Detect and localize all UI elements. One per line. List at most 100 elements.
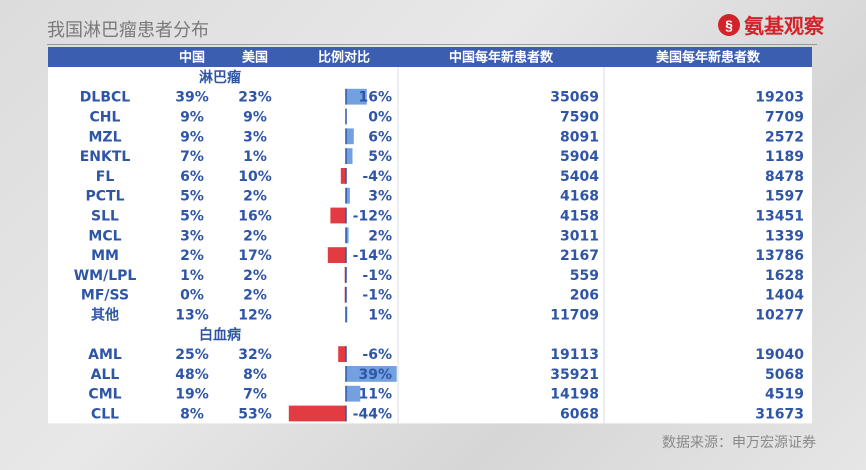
diff-label: -6% xyxy=(362,347,392,363)
usa-share: 7% xyxy=(243,387,267,403)
usa-share: 12% xyxy=(238,308,272,324)
china-share: 25% xyxy=(175,347,209,363)
row-label: MZL xyxy=(88,129,121,145)
usa-new-patients: 1597 xyxy=(765,189,804,205)
table-panel xyxy=(48,47,812,424)
china-share: 13% xyxy=(175,308,209,324)
group-label: 淋巴瘤 xyxy=(199,69,241,86)
usa-share: 8% xyxy=(243,367,267,383)
diff-label: 6% xyxy=(368,129,392,145)
diff-bar-positive xyxy=(346,148,353,164)
china-share: 9% xyxy=(180,129,204,145)
usa-new-patients: 2572 xyxy=(765,129,804,145)
diff-bar-negative xyxy=(288,405,346,422)
china-new-patients: 4168 xyxy=(560,189,599,205)
diff-bar-positive xyxy=(346,128,354,145)
china-new-patients: 14198 xyxy=(550,387,599,403)
usa-new-patients: 13786 xyxy=(755,248,804,264)
row-label: 其他 xyxy=(91,307,119,324)
diff-label: -1% xyxy=(362,288,392,304)
usa-share: 17% xyxy=(238,248,272,264)
usa-share: 16% xyxy=(238,209,272,225)
china-share: 6% xyxy=(180,169,204,185)
china-share: 1% xyxy=(180,268,204,284)
usa-share: 9% xyxy=(243,110,267,126)
diff-label: 3% xyxy=(368,189,392,205)
row-label: ENKTL xyxy=(80,149,131,165)
usa-new-patients: 1628 xyxy=(765,268,804,284)
china-new-patients: 8091 xyxy=(560,129,599,145)
china-new-patients: 559 xyxy=(570,268,599,284)
usa-new-patients: 4519 xyxy=(765,387,804,403)
china-new-patients: 19113 xyxy=(550,347,599,363)
china-share: 8% xyxy=(180,407,204,423)
column-header: 美国每年新患者数 xyxy=(656,50,761,66)
diff-label: 16% xyxy=(358,90,392,106)
usa-share: 2% xyxy=(243,189,267,205)
usa-share: 2% xyxy=(243,268,267,284)
column-header: 美国 xyxy=(242,50,268,66)
diff-bar-negative xyxy=(327,247,346,263)
usa-new-patients: 1339 xyxy=(765,228,804,244)
china-share: 39% xyxy=(175,90,209,106)
distribution-table: 中国 美国 比例对比 中国每年新患者数 美国每年新患者数淋巴瘤 DLBCL 39% 23% 16… xyxy=(48,47,812,424)
row-label: MM xyxy=(91,248,119,264)
diff-label: -1% xyxy=(362,268,392,284)
usa-share: 3% xyxy=(243,129,267,145)
row-label: MF/SS xyxy=(81,288,129,304)
row-label: CHL xyxy=(90,110,121,126)
usa-new-patients: 10277 xyxy=(755,308,804,324)
china-new-patients: 206 xyxy=(570,288,599,304)
usa-share: 2% xyxy=(243,228,267,244)
china-share: 19% xyxy=(175,387,209,403)
usa-new-patients: 8478 xyxy=(765,169,804,185)
diff-bar-negative xyxy=(330,207,346,224)
usa-share: 1% xyxy=(243,149,267,165)
diff-bar-negative xyxy=(338,346,346,362)
group-label: 白血病 xyxy=(199,326,241,343)
usa-new-patients: 19203 xyxy=(755,90,804,106)
usa-new-patients: 31673 xyxy=(755,407,804,423)
china-new-patients: 35921 xyxy=(550,367,599,383)
china-share: 9% xyxy=(180,110,204,126)
row-label: WM/LPL xyxy=(74,268,137,284)
column-header: 中国每年新患者数 xyxy=(449,50,554,66)
diff-label: 39% xyxy=(358,367,392,383)
usa-share: 23% xyxy=(238,90,272,106)
china-new-patients: 4158 xyxy=(560,209,599,225)
usa-new-patients: 7709 xyxy=(765,110,804,126)
usa-new-patients: 5068 xyxy=(765,367,804,383)
china-new-patients: 35069 xyxy=(550,90,599,106)
usa-new-patients: 19040 xyxy=(755,347,804,363)
row-label: DLBCL xyxy=(80,90,130,106)
china-share: 0% xyxy=(180,288,204,304)
usa-new-patients: 1189 xyxy=(765,149,804,165)
china-new-patients: 11709 xyxy=(550,308,599,324)
diff-bar-negative xyxy=(340,168,346,184)
row-label: AML xyxy=(88,347,122,363)
diff-label: 5% xyxy=(368,149,392,165)
diff-label: 0% xyxy=(368,110,392,126)
china-share: 7% xyxy=(180,149,204,165)
china-share: 5% xyxy=(180,209,204,225)
column-header: 比例对比 xyxy=(318,50,370,66)
row-label: CLL xyxy=(91,407,119,423)
china-new-patients: 3011 xyxy=(560,228,599,244)
diff-label: 11% xyxy=(358,387,392,403)
usa-share: 53% xyxy=(238,407,272,423)
china-share: 48% xyxy=(175,367,209,383)
usa-share: 2% xyxy=(243,288,267,304)
row-label: PCTL xyxy=(85,189,124,205)
china-share: 3% xyxy=(180,228,204,244)
source-note: 数据来源：申万宏源证券 xyxy=(662,435,816,451)
usa-new-patients: 1404 xyxy=(765,288,804,304)
row-label: FL xyxy=(96,169,115,185)
row-label: MCL xyxy=(88,228,121,244)
diff-label: -4% xyxy=(362,169,392,185)
diff-label: -44% xyxy=(353,407,392,423)
usa-share: 10% xyxy=(238,169,272,185)
diff-label: -12% xyxy=(353,209,392,225)
row-label: SLL xyxy=(91,209,119,225)
china-new-patients: 5404 xyxy=(560,169,599,185)
diff-label: 2% xyxy=(368,228,392,244)
